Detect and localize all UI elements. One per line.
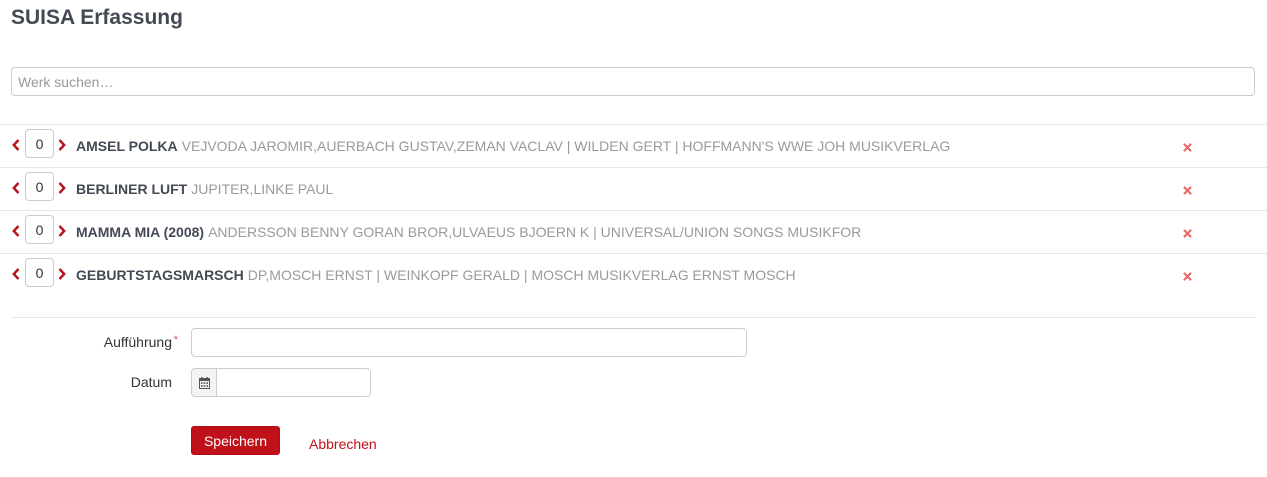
remove-work-button[interactable] <box>1183 186 1192 195</box>
works-list: AMSEL POLKAVEJVODA JAROMIR,AUERBACH GUST… <box>0 124 1267 296</box>
chevron-left-icon <box>12 225 20 237</box>
chevron-right-icon <box>58 225 66 237</box>
performance-label: Aufführung * <box>0 328 178 357</box>
remove-work-button[interactable] <box>1183 143 1192 152</box>
decrement-button[interactable] <box>12 268 20 280</box>
performance-input[interactable] <box>191 328 747 357</box>
increment-button[interactable] <box>58 268 66 280</box>
work-details: ANDERSSON BENNY GORAN BROR,ULVAEUS BJOER… <box>208 224 862 240</box>
work-title: AMSEL POLKA <box>76 138 178 154</box>
work-row: AMSEL POLKAVEJVODA JAROMIR,AUERBACH GUST… <box>0 124 1267 167</box>
chevron-right-icon <box>58 182 66 194</box>
work-row: MAMMA MIA (2008)ANDERSSON BENNY GORAN BR… <box>0 210 1267 253</box>
date-label-text: Datum <box>130 374 172 390</box>
work-details: JUPITER,LINKE PAUL <box>191 181 334 197</box>
date-input[interactable] <box>216 368 371 397</box>
chevron-right-icon <box>58 268 66 280</box>
chevron-right-icon <box>58 139 66 151</box>
required-marker: * <box>173 334 178 346</box>
remove-icon <box>1183 143 1192 152</box>
work-text: BERLINER LUFT JUPITER,LINKE PAUL <box>76 175 333 203</box>
remove-work-button[interactable] <box>1183 272 1192 281</box>
remove-work-button[interactable] <box>1183 229 1192 238</box>
remove-icon <box>1183 272 1192 281</box>
form-separator <box>11 317 1255 318</box>
chevron-left-icon <box>12 182 20 194</box>
work-title: BERLINER LUFT <box>76 181 188 197</box>
count-input[interactable] <box>25 258 54 287</box>
remove-icon <box>1183 186 1192 195</box>
chevron-left-icon <box>12 268 20 280</box>
work-text: AMSEL POLKA VEJVODA JAROMIR,AUERBACH GUST… <box>76 132 950 160</box>
increment-button[interactable] <box>58 182 66 194</box>
count-input[interactable] <box>25 215 54 244</box>
work-title: GEBURTSTAGSMARSCH <box>76 267 244 283</box>
search-input[interactable] <box>11 67 1255 96</box>
work-title: MAMMA MIA (2008) <box>76 224 205 240</box>
chevron-left-icon <box>12 139 20 151</box>
save-button[interactable]: Speichern <box>191 426 280 455</box>
work-row: BERLINER LUFTJUPITER,LINKE PAUL <box>0 167 1267 210</box>
suisa-page: SUISA Erfassung AMSEL POLKAVEJVODA JAROM… <box>0 0 1267 477</box>
work-text: GEBURTSTAGSMARSCH DP,MOSCH ERNST | WEINKO… <box>76 261 796 289</box>
performance-label-text: Aufführung <box>103 334 172 350</box>
count-input[interactable] <box>25 172 54 201</box>
work-row: GEBURTSTAGSMARSCHDP,MOSCH ERNST | WEINKO… <box>0 253 1267 296</box>
page-title: SUISA Erfassung <box>11 6 183 29</box>
work-details: VEJVODA JAROMIR,AUERBACH GUSTAV,ZEMAN VA… <box>181 138 951 154</box>
decrement-button[interactable] <box>12 225 20 237</box>
remove-icon <box>1183 229 1192 238</box>
work-details: DP,MOSCH ERNST | WEINKOPF GERALD | MOSCH… <box>247 267 796 283</box>
date-label: Datum <box>0 368 172 397</box>
increment-button[interactable] <box>58 139 66 151</box>
work-text: MAMMA MIA (2008) ANDERSSON BENNY GORAN BR… <box>76 218 861 246</box>
date-picker-button[interactable] <box>191 368 216 397</box>
decrement-button[interactable] <box>12 182 20 194</box>
decrement-button[interactable] <box>12 139 20 151</box>
count-input[interactable] <box>25 129 54 158</box>
cancel-link[interactable]: Abbrechen <box>309 430 377 459</box>
calendar-icon <box>198 376 210 389</box>
increment-button[interactable] <box>58 225 66 237</box>
